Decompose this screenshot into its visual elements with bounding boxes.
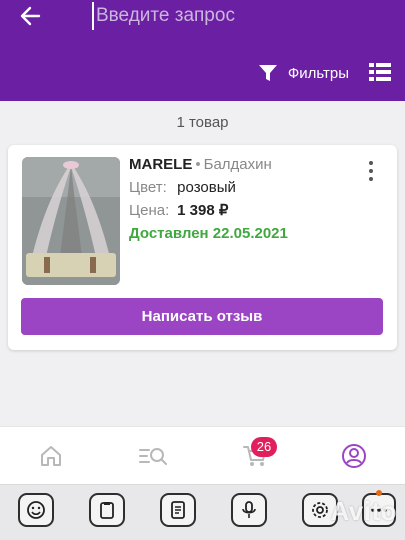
filter-funnel-icon [258, 65, 277, 81]
top-app-bar: Фильтры [0, 0, 405, 101]
home-icon [41, 446, 61, 466]
emoji-icon [27, 501, 45, 519]
voice-input-key[interactable] [231, 493, 267, 527]
canopy-photo [22, 157, 120, 285]
nav-catalog[interactable] [138, 443, 168, 469]
arrow-left-icon [20, 6, 41, 26]
filters-button[interactable]: Фильтры [257, 60, 349, 86]
clipboard-key[interactable] [89, 493, 125, 527]
product-image[interactable] [22, 157, 120, 285]
product-category: Балдахин [203, 156, 272, 173]
delivery-status: Доставлен 22.05.2021 [129, 225, 288, 242]
nav-profile[interactable] [341, 443, 367, 469]
price-value: 1 398 ₽ [177, 202, 229, 219]
filters-label: Фильтры [287, 64, 349, 82]
catalog-search-icon [139, 448, 167, 465]
microphone-icon [242, 501, 256, 518]
results-count: 1 товар [176, 114, 229, 131]
nav-home[interactable] [38, 443, 64, 469]
title-separator: • [195, 156, 201, 173]
search-input[interactable] [92, 2, 392, 30]
product-title[interactable]: MARELE • Балдахин [129, 155, 349, 175]
cart-badge: 26 [251, 437, 277, 457]
color-value: розовый [177, 179, 236, 196]
write-review-button[interactable]: Написать отзыв [21, 298, 383, 335]
color-label: Цвет: [129, 179, 167, 196]
settings-icon [312, 502, 328, 518]
avito-watermark: Avito [330, 496, 397, 526]
dot-icon [369, 169, 373, 173]
product-brand: MARELE [129, 156, 193, 173]
price-row: Цена: 1 398 ₽ [129, 201, 349, 221]
list-view-button[interactable] [369, 62, 391, 82]
dot-icon [369, 177, 373, 181]
notes-icon [171, 501, 185, 519]
profile-icon [342, 444, 366, 468]
color-row: Цвет: розовый [129, 178, 349, 198]
bottom-navigation [0, 426, 405, 484]
price-label: Цена: [129, 202, 170, 219]
dot-icon [369, 161, 373, 165]
order-info: MARELE • Балдахин Цвет: розовый Цена: 1 39… [129, 155, 349, 244]
order-card: MARELE • Балдахин Цвет: розовый Цена: 1 39… [8, 145, 397, 350]
notes-key[interactable] [160, 493, 196, 527]
back-button[interactable] [14, 2, 48, 30]
emoji-key[interactable] [18, 493, 54, 527]
list-view-icon [369, 63, 391, 81]
more-options-button[interactable] [363, 161, 379, 181]
clipboard-icon [100, 502, 114, 519]
